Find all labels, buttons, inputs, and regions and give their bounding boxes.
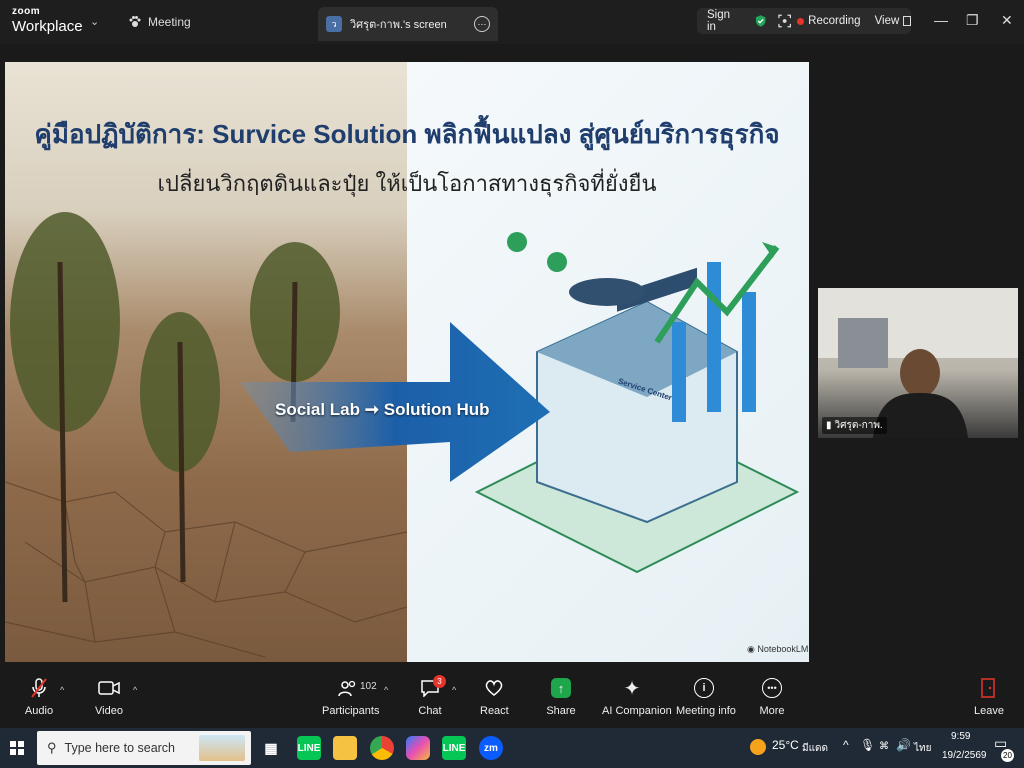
camera-icon bbox=[98, 681, 120, 695]
slide-title: คู่มือปฏิบัติการ: Survice Solution พลิกฟ… bbox=[34, 119, 780, 149]
view-layout-icon bbox=[903, 16, 911, 26]
paw-icon bbox=[129, 16, 141, 27]
view-button[interactable]: View bbox=[875, 15, 900, 27]
zoom-taskbar-icon[interactable]: zm bbox=[479, 736, 503, 760]
tray-chevron-icon[interactable]: ^ bbox=[843, 738, 849, 752]
arrow-label-left: Social Lab bbox=[275, 400, 361, 419]
taskbar-search[interactable]: ⚲ Type here to search bbox=[37, 731, 251, 765]
windows-start-icon[interactable] bbox=[10, 741, 24, 755]
wifi-icon[interactable]: ⌘ bbox=[879, 741, 889, 752]
task-view-icon[interactable]: ▦ bbox=[259, 736, 283, 760]
clock-time[interactable]: 9:59 bbox=[951, 731, 970, 742]
share-label: Share bbox=[546, 705, 576, 717]
audio-label: Audio bbox=[24, 705, 54, 717]
line-app-icon-2[interactable]: LINE bbox=[442, 736, 466, 760]
record-dot-icon bbox=[797, 17, 805, 25]
participant-name-tag: ▮ วิศรุต-กาพ. bbox=[822, 417, 887, 434]
copilot-icon[interactable] bbox=[406, 736, 430, 760]
more-label: More bbox=[759, 705, 785, 717]
chevron-down-icon[interactable]: ⌄ bbox=[90, 15, 99, 28]
shared-screen-tab[interactable]: ว วิศรุต-กาพ.'s screen ··· bbox=[318, 7, 498, 41]
participants-options-caret[interactable]: ^ bbox=[384, 685, 388, 695]
meeting-toolbar: Audio ^ Video ^ Participants 102 ^ Chat … bbox=[0, 669, 1024, 727]
share-button[interactable]: ↑ Share bbox=[546, 675, 576, 717]
volume-icon[interactable]: 🔊 bbox=[896, 738, 911, 752]
signal-bars-icon: ▮ bbox=[826, 420, 832, 431]
top-right-controls: Sign in Recording View bbox=[697, 8, 911, 34]
info-icon: i bbox=[694, 678, 714, 698]
leave-label: Leave bbox=[974, 705, 1004, 717]
audio-options-caret[interactable]: ^ bbox=[60, 685, 64, 695]
arrow-label-right: Solution Hub bbox=[383, 400, 490, 419]
arrow-right-icon: ➞ bbox=[364, 400, 384, 419]
more-dots-icon: ••• bbox=[762, 678, 782, 698]
heart-icon bbox=[485, 680, 503, 696]
sparkle-icon: ✦ bbox=[623, 677, 641, 700]
participant-name: วิศรุต-กาพ. bbox=[834, 420, 883, 431]
brand-bottom: Workplace bbox=[12, 18, 83, 35]
chat-label: Chat bbox=[418, 705, 442, 717]
brand-top: zoom bbox=[12, 6, 41, 17]
notification-count: 20 bbox=[1001, 749, 1014, 762]
ai-companion-button[interactable]: ✦ AI Companion bbox=[602, 675, 672, 718]
shared-slide: คู่มือปฏิบัติการ: Survice Solution พลิกฟ… bbox=[5, 62, 809, 662]
shared-screen-label: วิศรุต-กาพ.'s screen bbox=[350, 19, 447, 31]
focus-icon[interactable] bbox=[778, 14, 791, 28]
restore-button[interactable]: ❐ bbox=[966, 12, 979, 29]
input-language[interactable]: ไทย bbox=[914, 741, 931, 756]
participants-icon bbox=[338, 680, 356, 697]
meeting-info-button[interactable]: i Meeting info bbox=[676, 675, 736, 717]
recording-indicator[interactable]: Recording bbox=[797, 15, 861, 27]
search-highlight-image bbox=[199, 735, 245, 761]
minimize-button[interactable]: — bbox=[934, 12, 948, 28]
search-icon: ⚲ bbox=[47, 740, 57, 755]
video-button[interactable]: Video bbox=[94, 675, 124, 717]
participant-video-tile[interactable]: ▮ วิศรุต-กาพ. bbox=[818, 288, 1018, 438]
microphone-tray-icon[interactable]: 🎙 bbox=[860, 738, 875, 752]
weather-icon bbox=[750, 739, 766, 755]
mic-muted-icon bbox=[31, 678, 47, 698]
leave-door-icon bbox=[981, 678, 995, 698]
clock-date[interactable]: 19/2/2569 bbox=[942, 750, 987, 761]
participant-video bbox=[818, 288, 1018, 438]
react-button[interactable]: React bbox=[480, 675, 509, 717]
audio-button[interactable]: Audio bbox=[24, 675, 54, 717]
participants-label: Participants bbox=[322, 705, 380, 717]
video-label: Video bbox=[95, 705, 123, 717]
search-placeholder: Type here to search bbox=[64, 741, 176, 755]
close-button[interactable]: ✕ bbox=[1001, 12, 1013, 29]
meeting-info-label: Meeting info bbox=[676, 705, 736, 717]
sign-in-button[interactable]: Sign in bbox=[707, 9, 740, 33]
chrome-icon[interactable] bbox=[370, 736, 394, 760]
zoom-logo: zoom Workplace bbox=[12, 6, 83, 35]
notebooklm-watermark: ◉ NotebookLM bbox=[747, 644, 809, 654]
more-options-icon[interactable]: ··· bbox=[474, 16, 490, 32]
react-label: React bbox=[480, 705, 509, 717]
weather-temp[interactable]: 25°C bbox=[772, 738, 799, 752]
chat-badge: 3 bbox=[433, 675, 446, 688]
shield-check-icon[interactable] bbox=[754, 14, 767, 28]
chat-options-caret[interactable]: ^ bbox=[452, 685, 456, 695]
line-app-icon[interactable]: LINE bbox=[297, 736, 321, 760]
file-explorer-icon[interactable] bbox=[333, 736, 357, 760]
leave-button[interactable]: Leave bbox=[974, 675, 1004, 717]
weather-desc: มีแดด bbox=[802, 743, 829, 754]
arrow-label: Social Lab ➞ Solution Hub bbox=[275, 400, 490, 420]
recording-label: Recording bbox=[808, 15, 861, 27]
avatar: ว bbox=[326, 16, 342, 32]
share-screen-icon: ↑ bbox=[551, 678, 571, 698]
ai-companion-label: AI Companion bbox=[602, 705, 672, 717]
slide-subtitle: เปลี่ยนวิกฤตดินและปุ๋ย ให้เป็นโอกาสทางธุ… bbox=[157, 171, 657, 196]
watermark-label: NotebookLM bbox=[757, 644, 809, 654]
meeting-tab[interactable]: Meeting bbox=[128, 15, 191, 29]
meeting-label: Meeting bbox=[148, 15, 191, 29]
more-button[interactable]: ••• More bbox=[758, 675, 786, 717]
participants-count: 102 bbox=[360, 681, 377, 692]
video-options-caret[interactable]: ^ bbox=[133, 685, 137, 695]
